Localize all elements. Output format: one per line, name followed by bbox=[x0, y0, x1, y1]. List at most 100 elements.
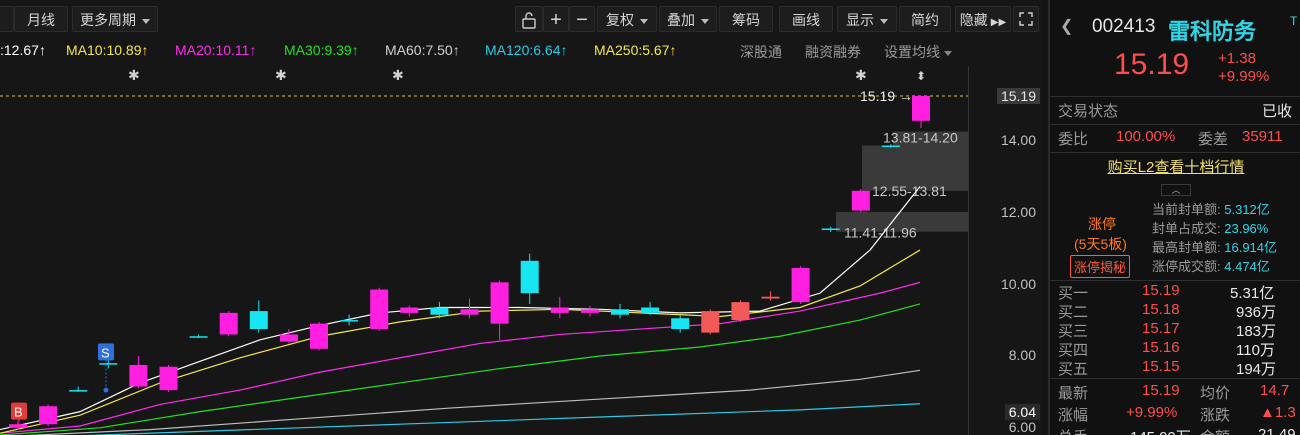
ma5-line bbox=[0, 186, 921, 431]
candle-body bbox=[310, 323, 328, 349]
ma-settings-link[interactable]: 设置均线 bbox=[884, 42, 952, 62]
fuquan-dropdown[interactable]: 复权 bbox=[597, 6, 657, 32]
trade-status-row: 交易状态 已收 bbox=[1050, 100, 1300, 122]
weicha-value: 35911 bbox=[1242, 128, 1283, 145]
axis-label-14: 14.00 bbox=[1000, 132, 1036, 148]
candle-body bbox=[219, 312, 238, 335]
overlay-dropdown[interactable]: 叠加 bbox=[659, 6, 717, 32]
stock-name: 雷科防务 bbox=[1168, 19, 1257, 44]
limit-up-reveal-button[interactable]: 涨停揭秘 bbox=[1070, 255, 1131, 278]
kline-canvas[interactable]: 13.81-14.20 12.55-13.81 11.41-11.96 ✱ ✱ ✱ ✱ ⬍15… bbox=[0, 62, 968, 435]
sell-marker-label: S bbox=[101, 345, 110, 360]
draw-line-button[interactable]: 画线 bbox=[779, 6, 833, 32]
zhangfu-row: 涨幅 +9.99% 涨跌 ▲1.3 bbox=[1050, 404, 1300, 426]
buy-marker-label: B bbox=[14, 405, 23, 420]
bid-row: 买三 15.17 183万 bbox=[1050, 320, 1300, 340]
ma60-value: MA60:7.50↑ bbox=[385, 42, 460, 58]
chevron-down-icon bbox=[640, 18, 648, 24]
ma10-line bbox=[0, 249, 921, 434]
bid-row: 买二 15.18 936万 bbox=[1050, 301, 1300, 321]
zongshou-value: 145.99万 bbox=[1130, 426, 1191, 435]
month-period-button[interactable]: 月线 bbox=[14, 6, 68, 32]
display-dropdown[interactable]: 显示 bbox=[837, 6, 897, 32]
chips-button[interactable]: 筹码 bbox=[719, 6, 773, 32]
weicha-label: 委差 bbox=[1198, 131, 1229, 148]
seal-stat-row: 涨停成交额: 4.474亿 bbox=[1152, 257, 1277, 276]
axis-label-10: 10.00 bbox=[1000, 276, 1036, 292]
zoom-in-icon[interactable]: + bbox=[543, 6, 569, 32]
candle-body bbox=[520, 260, 539, 294]
stock-code: 002413 bbox=[1092, 16, 1156, 37]
display-label: 显示 bbox=[846, 12, 874, 28]
weibi-label: 委比 bbox=[1058, 131, 1089, 148]
bid-price: 15.19 bbox=[1142, 282, 1180, 299]
seal-stat-value: 23.96% bbox=[1224, 221, 1269, 236]
trade-status-label: 交易状态 bbox=[1058, 103, 1119, 120]
seal-stat-label: 当前封单额: bbox=[1152, 202, 1221, 217]
seal-stat-row: 封单占成交: 23.96% bbox=[1152, 219, 1277, 238]
candle-body bbox=[249, 311, 268, 330]
chart-toolbar: 月线 更多周期 + − 复权 叠加 筹码 画线 显示 简约 隐藏 ▶▶ bbox=[0, 6, 1042, 34]
last-price-label: 15.19 → bbox=[860, 88, 913, 104]
divider bbox=[1050, 280, 1300, 281]
rongzi-link[interactable]: 融资融券 bbox=[805, 42, 861, 62]
hide-button[interactable]: 隐藏 ▶▶ bbox=[955, 6, 1011, 32]
low-price-tag: 6.04 bbox=[1004, 404, 1040, 420]
simple-mode-button[interactable]: 简约 bbox=[899, 6, 951, 32]
trade-status-value: 已收 bbox=[1262, 103, 1293, 120]
zoom-out-icon[interactable]: − bbox=[569, 6, 595, 32]
chevron-down-icon bbox=[880, 18, 888, 24]
bid-volume: 194万 bbox=[1236, 361, 1277, 378]
ma20-text: MA20:10.11 bbox=[175, 42, 250, 58]
fullscreen-icon[interactable] bbox=[1013, 6, 1039, 32]
limit-up-block: 涨停 (5天5板) 涨停揭秘 当前封单额: 5.312亿 封单占成交: 23.9… bbox=[1050, 202, 1300, 278]
ma5-value: :12.67↑ bbox=[0, 42, 46, 58]
seal-stats: 当前封单额: 5.312亿 封单占成交: 23.96% 最高封单额: 16.91… bbox=[1152, 200, 1277, 276]
zhangfu-label: 涨幅 bbox=[1058, 407, 1089, 424]
bid-price: 15.18 bbox=[1142, 301, 1180, 318]
limit-up-sub: (5天5板) bbox=[1074, 236, 1127, 252]
kline-chart-pane[interactable]: 月线 更多周期 + − 复权 叠加 筹码 画线 显示 简约 隐藏 ▶▶ :12.6… bbox=[0, 0, 1042, 435]
unlock-icon[interactable] bbox=[515, 6, 543, 32]
bid-volume: 110万 bbox=[1236, 342, 1275, 359]
price-block: 15.19 +1.38 +9.99% bbox=[1050, 48, 1300, 86]
latest-label: 最新 bbox=[1058, 385, 1089, 402]
back-arrow-icon[interactable]: ❮ bbox=[1060, 16, 1073, 36]
seal-stat-row: 当前封单额: 5.312亿 bbox=[1152, 200, 1277, 219]
ma60-text: MA60:7.50 bbox=[385, 42, 453, 58]
up-arrow-icon: ↑ bbox=[669, 42, 677, 58]
more-period-dropdown[interactable]: 更多周期 bbox=[72, 6, 158, 32]
seal-stat-label: 最高封单额: bbox=[1152, 240, 1221, 255]
candle-body bbox=[39, 406, 58, 425]
candle-body bbox=[550, 307, 569, 313]
last-price-tag: 15.19 bbox=[996, 88, 1040, 104]
bid-label: 买四 bbox=[1058, 342, 1089, 359]
chip-zone-label: 12.55-13.81 bbox=[872, 183, 947, 199]
ma250-text: MA250:5.67 bbox=[594, 42, 670, 58]
tag-icon: T bbox=[1290, 14, 1298, 28]
weibi-value: 100.00% bbox=[1116, 128, 1176, 145]
candle-body bbox=[791, 268, 810, 303]
ma20-value: MA20:10.11↑ bbox=[175, 42, 256, 58]
candle-body bbox=[761, 296, 780, 299]
candle-body bbox=[912, 96, 930, 121]
chevron-up-icon[interactable]: ︿ bbox=[1161, 184, 1191, 196]
buy-l2-link[interactable]: 购买L2查看十档行情 bbox=[1108, 159, 1245, 176]
jine-value: 21.49 bbox=[1258, 426, 1296, 435]
candle-body bbox=[99, 363, 118, 365]
up-arrow-icon: ↑ bbox=[560, 42, 568, 58]
divider bbox=[1050, 124, 1300, 125]
price-change: +1.38 bbox=[1218, 50, 1256, 67]
hide-label: 隐藏 bbox=[959, 12, 988, 28]
up-arrow-icon: ↑ bbox=[249, 42, 257, 58]
bid-price: 15.15 bbox=[1142, 358, 1180, 375]
price-axis: 15.19 14.00 12.00 10.00 8.00 6.04 6.00 bbox=[968, 66, 1042, 435]
bid-volume: 5.31亿 bbox=[1230, 285, 1275, 302]
overlay-label: 叠加 bbox=[667, 12, 695, 28]
shengutong-link[interactable]: 深股通 bbox=[740, 42, 782, 62]
double-right-icon: ▶▶ bbox=[990, 17, 1007, 28]
toolbar-left-edge bbox=[0, 6, 14, 32]
candle-body bbox=[279, 334, 298, 342]
axis-label-12: 12.00 bbox=[1000, 204, 1036, 220]
ma5-text: :12.67 bbox=[0, 42, 39, 58]
